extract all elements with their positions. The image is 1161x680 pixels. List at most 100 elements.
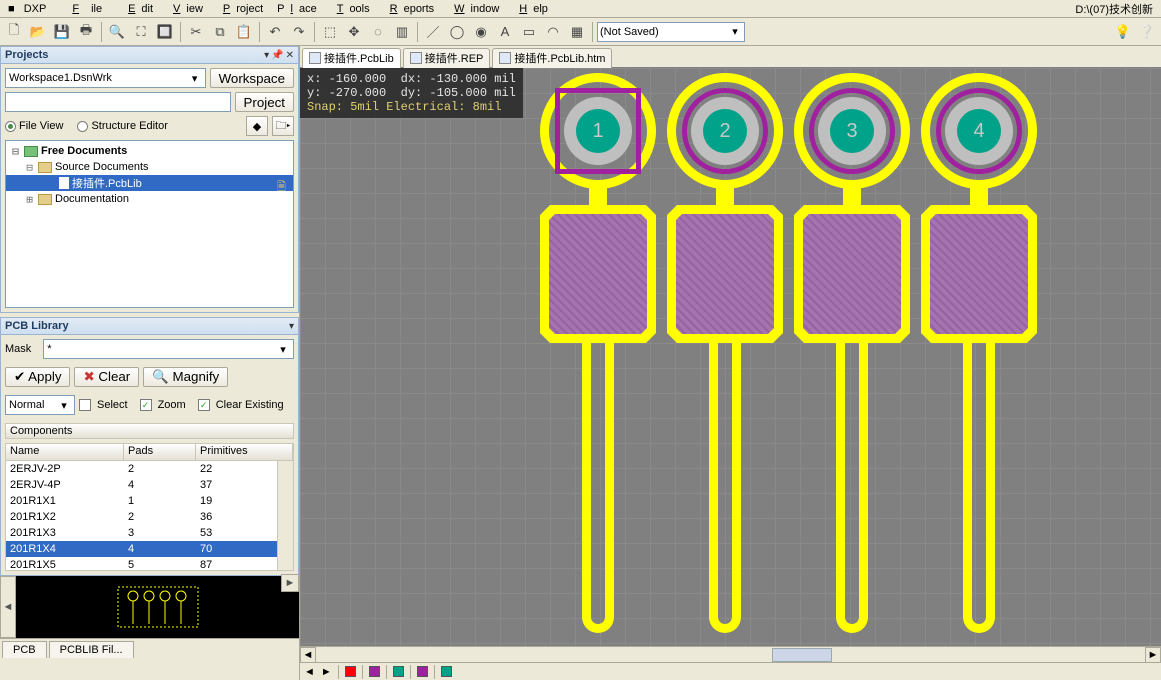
tab-pcblib-doc[interactable]: 接插件.PcbLib <box>302 48 401 68</box>
dropdown-arrow-icon: ▾ <box>276 343 290 356</box>
dropdown-arrow-icon: ▾ <box>728 25 742 38</box>
place-arc-icon[interactable]: ◠ <box>542 21 564 43</box>
pcblib-panel-header[interactable]: PCB Library ▾ <box>0 317 299 335</box>
modified-badge-icon: 🗎 <box>277 178 287 188</box>
zoom-checkbox[interactable]: ✓ <box>140 399 152 411</box>
menu-file[interactable]: File <box>60 2 114 16</box>
layer-scroll-right-icon[interactable]: ► <box>321 666 332 678</box>
table-row[interactable]: 201R1X1119 <box>6 493 293 509</box>
undo-icon[interactable]: ↶ <box>264 21 286 43</box>
help-question-icon[interactable]: ❔ <box>1136 21 1158 43</box>
panel-close-icon[interactable]: ✕ <box>286 50 294 61</box>
tree-documentation[interactable]: ⊞Documentation <box>6 191 293 207</box>
structure-radio[interactable]: Structure Editor <box>77 120 167 132</box>
menu-place[interactable]: Place <box>271 2 323 16</box>
table-scrollbar[interactable] <box>277 461 293 570</box>
cut-icon[interactable]: ✂ <box>185 21 207 43</box>
menu-project[interactable]: Project <box>211 2 269 16</box>
tree-source-docs[interactable]: ⊟Source Documents <box>6 159 293 175</box>
layer-topoverlay[interactable] <box>393 666 404 677</box>
place-string-icon[interactable]: A <box>494 21 516 43</box>
place-pad-icon[interactable]: ◯ <box>446 21 468 43</box>
table-row[interactable]: 201R1X4470 <box>6 541 293 557</box>
tab-rep-doc[interactable]: 接插件.REP <box>403 48 491 68</box>
table-row[interactable]: 2ERJV-4P437 <box>6 477 293 493</box>
new-icon[interactable]: 🗋 <box>3 21 25 43</box>
col-primitives[interactable]: Primitives <box>196 444 293 460</box>
components-table[interactable]: Name Pads Primitives 2ERJV-2P2222ERJV-4P… <box>5 443 294 571</box>
col-pads[interactable]: Pads <box>124 444 196 460</box>
tree-item-pcblib[interactable]: 接插件.PcbLib🗎 <box>6 175 293 191</box>
menu-tools[interactable]: Tools <box>325 2 376 16</box>
panel-menu-icon[interactable]: ▾ <box>289 321 294 332</box>
scroll-thumb[interactable] <box>772 648 832 662</box>
save-icon[interactable]: 💾 <box>51 21 73 43</box>
help-bulb-icon[interactable]: 💡 <box>1112 21 1134 43</box>
deselect-icon[interactable]: ◌ <box>367 21 389 43</box>
open-icon[interactable]: 📂 <box>27 21 49 43</box>
mask-combo[interactable]: * ▾ <box>43 339 294 359</box>
clear-button[interactable]: ✖ Clear <box>74 367 139 387</box>
pcb-canvas[interactable]: x: -160.000 dx: -130.000 mil y: -270.000… <box>300 68 1161 646</box>
tree-root[interactable]: ⊟Free Documents <box>6 143 293 159</box>
preview-prev-icon[interactable]: ◄ <box>0 576 16 638</box>
grid-combo[interactable]: (Not Saved) ▾ <box>597 22 745 42</box>
project-options-icon[interactable]: ◆ <box>246 116 268 136</box>
zoom-fit-icon[interactable]: ⛶ <box>130 21 152 43</box>
table-row[interactable]: 201R1X5587 <box>6 557 293 571</box>
place-line-icon[interactable]: ／ <box>422 21 444 43</box>
project-refresh-icon[interactable]: 🗀▸ <box>272 116 294 136</box>
magnify-button[interactable]: 🔍 Magnify <box>143 367 228 387</box>
zoom-selected-icon[interactable]: 🔲 <box>154 21 176 43</box>
select-icon[interactable]: ⬚ <box>319 21 341 43</box>
workspace-combo[interactable]: Workspace1.DsnWrk ▾ <box>5 68 206 88</box>
menu-reports[interactable]: Reports <box>378 2 441 16</box>
menu-dxp[interactable]: ■ DXP <box>2 2 58 16</box>
redo-icon[interactable]: ↷ <box>288 21 310 43</box>
align-icon[interactable]: ▥ <box>391 21 413 43</box>
move-icon[interactable]: ✥ <box>343 21 365 43</box>
menu-view[interactable]: View <box>161 2 209 16</box>
projects-title: Projects <box>5 49 48 61</box>
layer-bottompaste[interactable] <box>417 666 428 677</box>
paste-icon[interactable]: 📋 <box>233 21 255 43</box>
tab-htm-doc[interactable]: 接插件.PcbLib.htm <box>492 48 612 68</box>
copy-icon[interactable]: ⧉ <box>209 21 231 43</box>
table-row[interactable]: 201R1X2236 <box>6 509 293 525</box>
place-via-icon[interactable]: ◉ <box>470 21 492 43</box>
menu-edit[interactable]: Edit <box>116 2 159 16</box>
fileview-radio[interactable]: File View <box>5 120 63 132</box>
layer-toplayer[interactable] <box>345 666 356 677</box>
tab-pcb[interactable]: PCB <box>2 641 47 658</box>
scroll-right-icon[interactable]: ► <box>1145 647 1161 663</box>
scroll-left-icon[interactable]: ◄ <box>300 647 316 663</box>
table-row[interactable]: 2ERJV-2P222 <box>6 461 293 477</box>
layer-tabs: ◄ ► <box>300 662 1161 680</box>
editor-hscrollbar[interactable]: ◄ ► <box>300 646 1161 662</box>
place-array-icon[interactable]: ▦ <box>566 21 588 43</box>
print-icon[interactable]: 🖶 <box>75 21 97 43</box>
projects-panel-header[interactable]: Projects ▾ 📌 ✕ <box>0 46 299 64</box>
project-tree[interactable]: ⊟Free Documents ⊟Source Documents 接插件.Pc… <box>5 140 294 308</box>
project-button[interactable]: Project <box>235 92 294 112</box>
menu-help[interactable]: Help <box>507 2 554 16</box>
panel-menu-icon[interactable]: ▾ <box>264 50 269 61</box>
workspace-button[interactable]: Workspace <box>210 68 294 88</box>
preview-next-icon[interactable]: ► <box>281 574 299 592</box>
mode-combo[interactable]: Normal▾ <box>5 395 75 415</box>
apply-button[interactable]: ✔ Apply <box>5 367 70 387</box>
layer-scroll-left-icon[interactable]: ◄ <box>304 666 315 678</box>
tab-pcblib-filter[interactable]: PCBLIB Fil... <box>49 641 134 658</box>
left-panel: Projects ▾ 📌 ✕ Workspace1.DsnWrk ▾ Works… <box>0 46 300 680</box>
table-row[interactable]: 201R1X3353 <box>6 525 293 541</box>
select-checkbox[interactable] <box>79 399 91 411</box>
col-name[interactable]: Name <box>6 444 124 460</box>
project-input[interactable] <box>5 92 231 112</box>
layer-topsolder[interactable] <box>441 666 452 677</box>
zoom-region-icon[interactable]: 🔍 <box>106 21 128 43</box>
menu-window[interactable]: Window <box>442 2 505 16</box>
panel-pin-icon[interactable]: 📌 <box>271 50 283 61</box>
place-rect-icon[interactable]: ▭ <box>518 21 540 43</box>
layer-mech1[interactable] <box>369 666 380 677</box>
clearexisting-checkbox[interactable]: ✓ <box>198 399 210 411</box>
